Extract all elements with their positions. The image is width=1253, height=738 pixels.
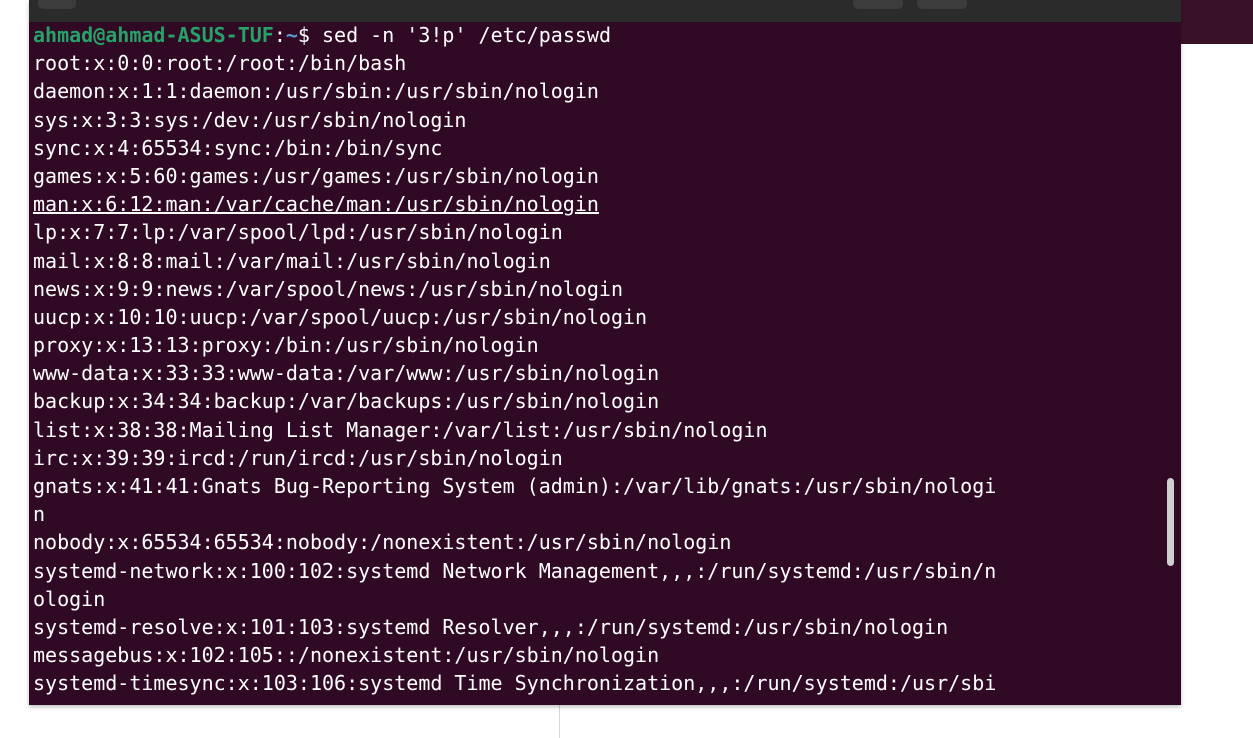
output-line: news:x:9:9:news:/var/spool/news:/usr/sbi… xyxy=(33,276,624,301)
terminal-window[interactable]: ahmad@ahmad-ASUS-TUF:~$ sed -n '3!p' /et… xyxy=(29,0,1181,705)
prompt-line: ahmad@ahmad-ASUS-TUF:~$ sed -n '3!p' /et… xyxy=(33,21,1165,49)
prompt-symbol: $ xyxy=(297,23,310,47)
scrollbar-thumb[interactable] xyxy=(1167,478,1174,566)
output-line: lp:x:7:7:lp:/var/spool/lpd:/usr/sbin/nol… xyxy=(33,220,563,245)
output-line: backup:x:34:34:backup:/var/backups:/usr/… xyxy=(33,389,660,414)
menu-button[interactable] xyxy=(38,0,76,9)
output-line: proxy:x:13:13:proxy:/bin:/usr/sbin/nolog… xyxy=(33,333,539,358)
prompt-path: ~ xyxy=(285,23,298,47)
terminal-titlebar[interactable] xyxy=(29,0,1181,22)
prompt-user-host: ahmad@ahmad-ASUS-TUF xyxy=(33,23,274,47)
output-line: systemd-timesync:x:103:106:systemd Time … xyxy=(33,671,997,696)
output-line: list:x:38:38:Mailing List Manager:/var/l… xyxy=(33,417,768,442)
output-line: www-data:x:33:33:www-data:/var/www:/usr/… xyxy=(33,361,660,386)
output-line: uucp:x:10:10:uucp:/var/spool/uucp:/usr/s… xyxy=(33,304,648,329)
command-output: root:x:0:0:root:/root:/bin/bash daemon:x:… xyxy=(33,49,1165,697)
output-line: mail:x:8:8:mail:/var/mail:/usr/sbin/nolo… xyxy=(33,248,551,273)
output-line: sync:x:4:65534:sync:/bin:/bin/sync xyxy=(33,135,443,160)
output-line: gnats:x:41:41:Gnats Bug-Reporting System… xyxy=(33,474,997,498)
search-button[interactable] xyxy=(853,0,903,9)
desktop: ahmad@ahmad-ASUS-TUF:~$ sed -n '3!p' /et… xyxy=(0,0,1253,738)
output-line: systemd-network:x:100:102:systemd Networ… xyxy=(33,558,997,583)
output-line: root:x:0:0:root:/root:/bin/bash xyxy=(33,51,407,76)
output-line: sys:x:3:3:sys:/dev:/usr/sbin/nologin xyxy=(33,107,467,132)
terminal-output[interactable]: ahmad@ahmad-ASUS-TUF:~$ sed -n '3!p' /et… xyxy=(33,21,1165,705)
hamburger-menu-button[interactable] xyxy=(917,0,967,9)
prompt-separator: : xyxy=(273,23,286,47)
output-line: daemon:x:1:1:daemon:/usr/sbin:/usr/sbin/… xyxy=(33,79,599,104)
output-line: ologin xyxy=(33,586,106,611)
background-window-strip xyxy=(1181,0,1253,44)
output-line: irc:x:39:39:ircd:/run/ircd:/usr/sbin/nol… xyxy=(33,445,563,470)
prompt-command: sed -n '3!p' /etc/passwd xyxy=(309,23,611,47)
output-line: systemd-resolve:x:101:103:systemd Resolv… xyxy=(33,614,949,639)
background-divider xyxy=(559,704,560,738)
output-line: messagebus:x:102:105::/nonexistent:/usr/… xyxy=(33,643,660,668)
output-line: nobody:x:65534:65534:nobody:/nonexistent… xyxy=(33,530,732,555)
output-line: games:x:5:60:games:/usr/games:/usr/sbin/… xyxy=(33,163,599,188)
output-line: man:x:6:12:man:/var/cache/man:/usr/sbin/… xyxy=(33,192,599,217)
output-line: n xyxy=(33,502,46,527)
